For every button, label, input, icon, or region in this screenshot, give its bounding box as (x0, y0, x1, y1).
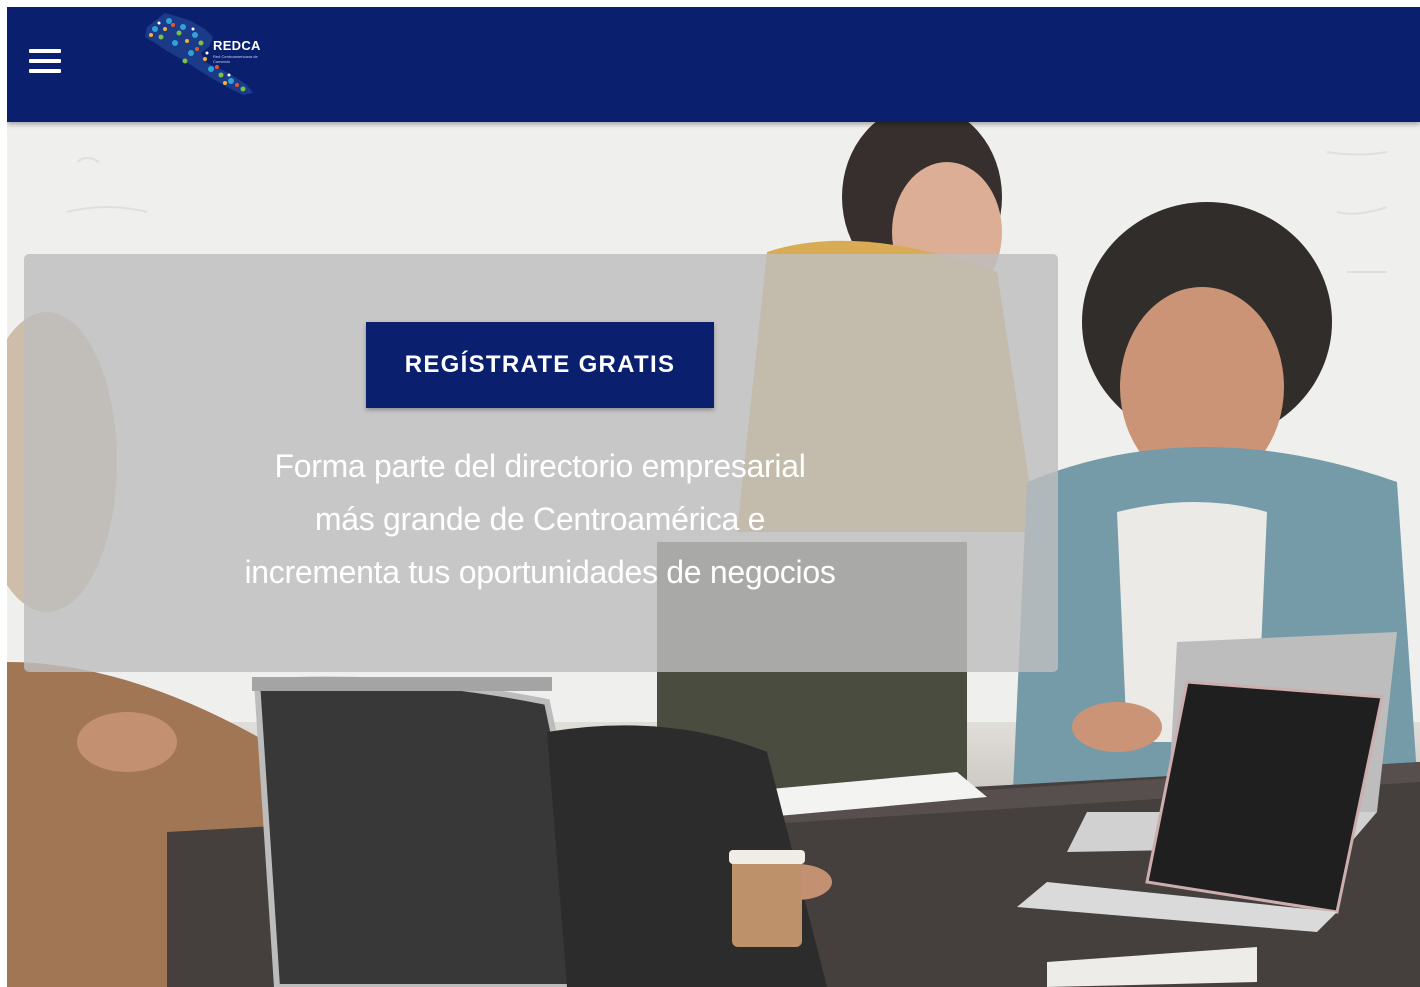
menu-bar-icon (29, 59, 61, 63)
top-navbar: REDCA Red Centroamericana de Comercio (7, 7, 1420, 122)
logo-wordmark: REDCA (213, 38, 261, 53)
hero-section: REGÍSTRATE GRATIS Forma parte del direct… (7, 122, 1420, 987)
redca-logo[interactable]: REDCA Red Centroamericana de Comercio (135, 7, 275, 102)
tagline: Forma parte del directorio empresarial m… (134, 440, 946, 599)
hamburger-menu-button[interactable] (25, 45, 65, 77)
menu-bar-icon (29, 69, 61, 73)
register-free-button[interactable]: REGÍSTRATE GRATIS (366, 322, 714, 408)
menu-bar-icon (29, 49, 61, 53)
registration-card: REGÍSTRATE GRATIS Forma parte del direct… (24, 254, 1058, 672)
logo-subtitle: Red Centroamericana de Comercio (213, 54, 258, 64)
tagline-line: incrementa tus oportunidades de negocios (244, 554, 836, 590)
tagline-line: más grande de Centroamérica e (314, 501, 766, 537)
tagline-line: Forma parte del directorio empresarial (274, 448, 806, 484)
page: REDCA Red Centroamericana de Comercio RE… (7, 7, 1420, 987)
